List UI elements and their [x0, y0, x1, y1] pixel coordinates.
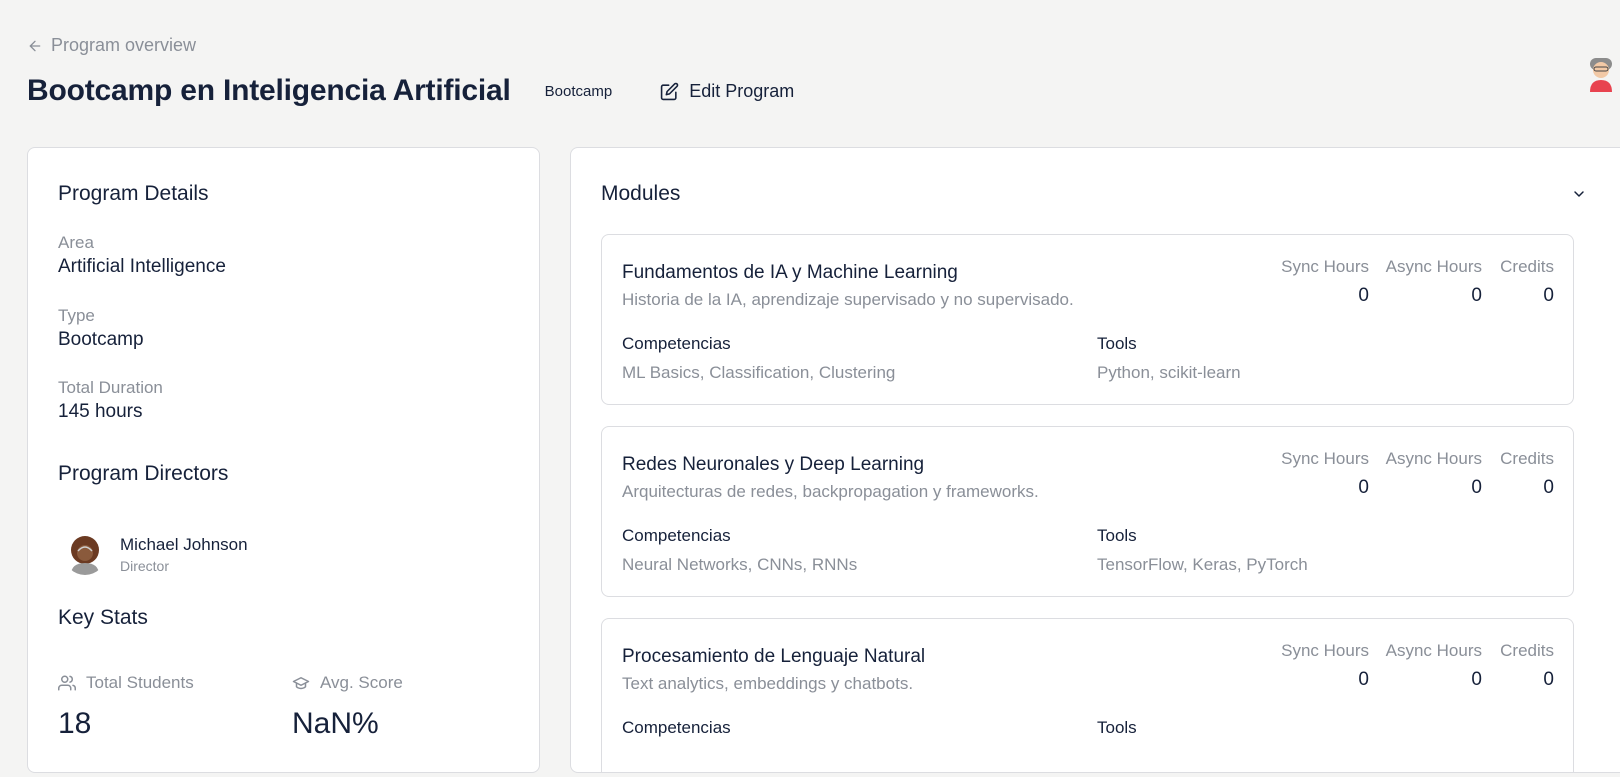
user-avatar[interactable]: [1586, 54, 1620, 94]
director-avatar: [64, 533, 106, 575]
sync-hours-metric: Sync Hours 0: [1281, 641, 1369, 691]
director-name: Michael Johnson: [120, 534, 248, 554]
module-card[interactable]: Redes Neuronales y Deep Learning Arquite…: [601, 426, 1574, 597]
total-students-value: 18: [58, 707, 92, 740]
modules-title: Modules: [601, 182, 681, 205]
async-hours-value: 0: [1471, 285, 1482, 306]
tools-value: Python, scikit-learn: [1097, 363, 1241, 382]
sync-hours-label: Sync Hours: [1281, 449, 1369, 468]
avg-score-value: NaN%: [292, 707, 379, 740]
sync-hours-label: Sync Hours: [1281, 257, 1369, 276]
module-card[interactable]: Fundamentos de IA y Machine Learning His…: [601, 234, 1574, 405]
sync-hours-value: 0: [1358, 669, 1369, 690]
sync-hours-value: 0: [1358, 477, 1369, 498]
program-details-title: Program Details: [58, 182, 209, 205]
page-title: Bootcamp en Inteligencia Artificial: [27, 74, 511, 107]
page-header: Bootcamp en Inteligencia Artificial Boot…: [27, 74, 794, 108]
edit-program-button[interactable]: Edit Program: [660, 81, 794, 102]
sync-hours-label: Sync Hours: [1281, 641, 1369, 660]
key-stats-title: Key Stats: [58, 606, 148, 629]
competencies-label: Competencias: [622, 526, 731, 545]
credits-metric: Credits 0: [1500, 449, 1554, 499]
async-hours-metric: Async Hours 0: [1386, 257, 1482, 307]
chevron-down-icon[interactable]: [1571, 186, 1587, 202]
module-name: Procesamiento de Lenguaje Natural: [622, 646, 926, 667]
sync-hours-value: 0: [1358, 285, 1369, 306]
program-directors-title: Program Directors: [58, 462, 229, 485]
async-hours-value: 0: [1471, 669, 1482, 690]
sync-hours-metric: Sync Hours 0: [1281, 257, 1369, 307]
credits-label: Credits: [1500, 641, 1554, 660]
competencies-value: ML Basics, Classification, Clustering: [622, 363, 896, 382]
async-hours-value: 0: [1471, 477, 1482, 498]
total-students-stat: Total Students 18: [58, 673, 194, 741]
competencies-value: Neural Networks, CNNs, RNNs: [622, 555, 858, 574]
credits-label: Credits: [1500, 257, 1554, 276]
module-name: Fundamentos de IA y Machine Learning: [622, 262, 958, 283]
credits-value: 0: [1543, 477, 1554, 498]
tools-label: Tools: [1097, 718, 1137, 737]
module-description: Arquitecturas de redes, backpropagation …: [622, 482, 1039, 501]
credits-metric: Credits 0: [1500, 641, 1554, 691]
director-role: Director: [120, 557, 170, 574]
area-value: Artificial Intelligence: [58, 256, 226, 277]
total-students-label: Total Students: [86, 673, 194, 692]
tools-label: Tools: [1097, 334, 1137, 353]
module-description: Historia de la IA, aprendizaje supervisa…: [622, 290, 1074, 309]
program-details-card: Program Details Area Artificial Intellig…: [27, 147, 540, 773]
credits-metric: Credits 0: [1500, 257, 1554, 307]
arrow-left-icon: [29, 40, 41, 51]
edit-icon: [660, 82, 679, 100]
type-label: Type: [58, 306, 95, 325]
back-link[interactable]: Program overview: [27, 35, 196, 56]
credits-label: Credits: [1500, 449, 1554, 468]
async-hours-metric: Async Hours 0: [1386, 641, 1482, 691]
type-value: Bootcamp: [58, 329, 144, 350]
credits-value: 0: [1543, 285, 1554, 306]
async-hours-label: Async Hours: [1385, 449, 1482, 468]
duration-label: Total Duration: [58, 378, 163, 397]
edit-program-label: Edit Program: [689, 80, 795, 101]
director-item: Michael Johnson Director: [64, 533, 248, 575]
user-avatar-image: [1590, 58, 1612, 92]
back-link-label: Program overview: [51, 35, 197, 55]
avg-score-stat: Avg. Score NaN%: [292, 673, 403, 741]
credits-value: 0: [1543, 669, 1554, 690]
tools-label: Tools: [1097, 526, 1137, 545]
async-hours-label: Async Hours: [1385, 257, 1482, 276]
sync-hours-metric: Sync Hours 0: [1281, 449, 1369, 499]
modules-card: Modules Fundamentos de IA y Machine Lear…: [570, 147, 1620, 773]
module-card[interactable]: Procesamiento de Lenguaje Natural Text a…: [601, 618, 1574, 772]
competencies-label: Competencias: [622, 334, 731, 353]
competencies-label: Competencias: [622, 718, 731, 737]
module-name: Redes Neuronales y Deep Learning: [622, 454, 925, 475]
duration-value: 145 hours: [58, 401, 143, 422]
tools-value: TensorFlow, Keras, PyTorch: [1097, 555, 1308, 574]
module-description: Text analytics, embeddings y chatbots.: [622, 674, 914, 693]
area-label: Area: [58, 233, 94, 252]
users-icon: [58, 675, 76, 691]
avg-score-label: Avg. Score: [320, 673, 403, 692]
program-type-badge: Bootcamp: [544, 82, 613, 100]
async-hours-metric: Async Hours 0: [1386, 449, 1482, 499]
async-hours-label: Async Hours: [1385, 641, 1482, 660]
graduation-cap-icon: [292, 677, 310, 690]
